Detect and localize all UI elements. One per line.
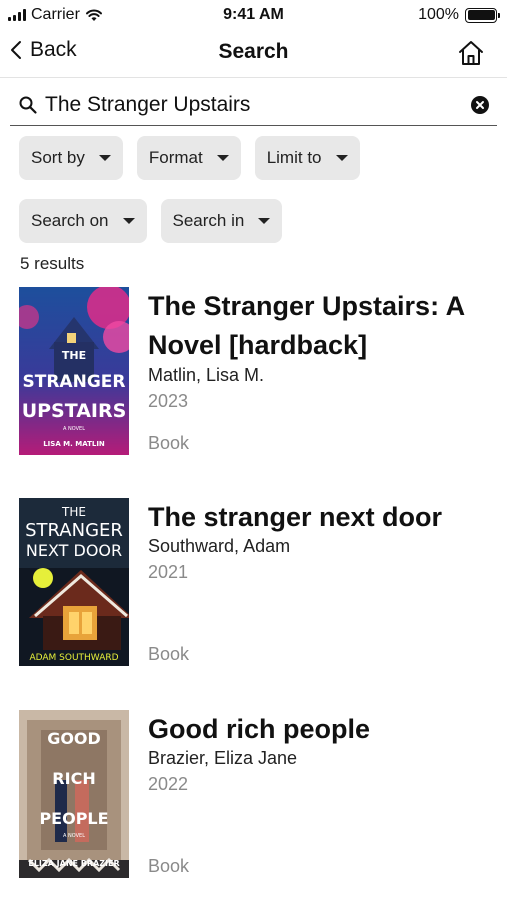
caret-down-icon xyxy=(122,218,135,224)
result-format: Book xyxy=(148,644,190,664)
cover-author: LISA M. MATLIN xyxy=(43,440,105,448)
caret-down-icon xyxy=(335,155,348,161)
result-format: Book xyxy=(148,433,190,453)
close-icon xyxy=(476,101,484,109)
page-title: Search xyxy=(218,40,289,63)
result-year: 2023 xyxy=(148,391,189,411)
sort-by-dropdown[interactable]: Sort by xyxy=(19,136,123,180)
caret-down-icon xyxy=(98,155,111,161)
cover-title-line: THE xyxy=(62,349,86,362)
cover-title-line: THE xyxy=(61,505,86,519)
cover-title-line: PEOPLE xyxy=(39,809,108,828)
search-on-dropdown[interactable]: Search on xyxy=(19,199,147,243)
search-in-label: Search in xyxy=(172,211,245,230)
result-item[interactable]: THE STRANGER NEXT DOOR ADAM SOUTHWARD Th… xyxy=(19,498,489,668)
book-cover[interactable]: THE STRANGER UPSTAIRS A NOVEL LISA M. MA… xyxy=(19,287,129,455)
cover-tag: A NOVEL xyxy=(63,833,85,839)
cover-title-line: UPSTAIRS xyxy=(22,400,127,422)
result-item[interactable]: GOOD RICH PEOPLE A NOVEL ELIZA JANE BRAZ… xyxy=(19,710,489,880)
search-input[interactable] xyxy=(45,88,465,122)
result-author: Brazier, Eliza Jane xyxy=(148,748,298,768)
home-icon[interactable] xyxy=(457,39,485,67)
result-author: Southward, Adam xyxy=(148,536,291,556)
book-cover[interactable]: GOOD RICH PEOPLE A NOVEL ELIZA JANE BRAZ… xyxy=(19,710,129,878)
status-right: 100% xyxy=(418,6,500,24)
cover-title-line: STRANGER xyxy=(23,372,126,392)
cover-author: ADAM SOUTHWARD xyxy=(29,653,118,663)
cover-title-line: STRANGER xyxy=(25,520,123,541)
caret-down-icon xyxy=(258,218,271,224)
result-author: Matlin, Lisa M. xyxy=(148,365,265,385)
battery-percent: 100% xyxy=(418,6,459,23)
cover-tag: A NOVEL xyxy=(63,426,85,432)
search-icon xyxy=(19,96,37,114)
cover-title-line: GOOD xyxy=(47,729,101,748)
format-dropdown[interactable]: Format xyxy=(136,136,241,180)
cover-title-line: RICH xyxy=(52,769,95,788)
limit-to-dropdown[interactable]: Limit to xyxy=(254,136,360,180)
result-year: 2022 xyxy=(148,774,189,794)
limit-to-label: Limit to xyxy=(266,148,322,167)
result-title[interactable]: Good rich people xyxy=(148,710,488,749)
filter-row: Search on Search in xyxy=(19,199,283,243)
results-count: 5 results xyxy=(20,254,85,273)
result-year: 2021 xyxy=(148,562,189,582)
caret-down-icon xyxy=(216,155,229,161)
filter-row: Sort by Format Limit to xyxy=(19,136,360,180)
battery-icon xyxy=(465,7,500,23)
search-in-dropdown[interactable]: Search in xyxy=(160,199,283,243)
search-bar xyxy=(10,84,497,126)
result-item[interactable]: THE STRANGER UPSTAIRS A NOVEL LISA M. MA… xyxy=(19,287,489,457)
sort-by-label: Sort by xyxy=(31,148,85,167)
book-cover[interactable]: THE STRANGER NEXT DOOR ADAM SOUTHWARD xyxy=(19,498,129,666)
nav-bar: Back Search xyxy=(0,30,507,78)
result-title[interactable]: The Stranger Upstairs: A Novel [hardback… xyxy=(148,287,488,365)
result-format: Book xyxy=(148,856,190,876)
cover-author: ELIZA JANE BRAZIER xyxy=(28,859,119,868)
search-on-label: Search on xyxy=(31,211,109,230)
status-bar: Carrier 9:41 AM 100% xyxy=(0,0,507,30)
result-title[interactable]: The stranger next door xyxy=(148,498,488,537)
cover-title-line: NEXT DOOR xyxy=(26,541,122,560)
format-label: Format xyxy=(148,148,203,167)
clear-search-button[interactable] xyxy=(471,96,489,114)
